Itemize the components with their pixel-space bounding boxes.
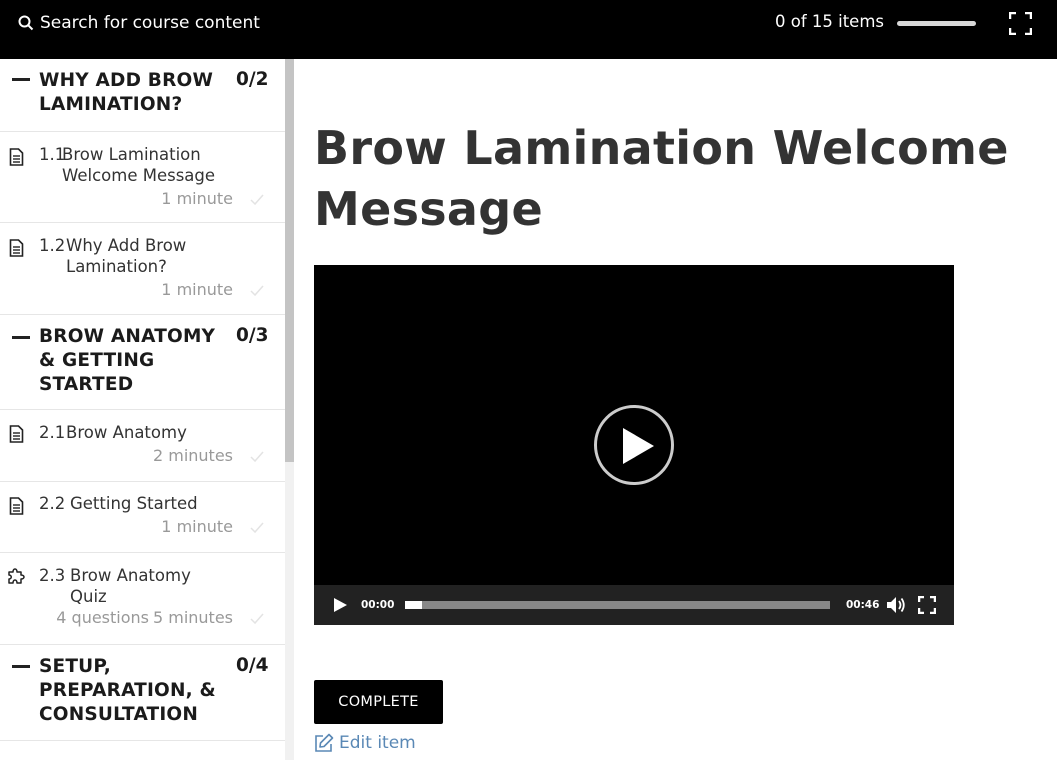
course-sidebar: WHY ADD BROW LAMINATION? 0/2 1.1 Brow La… (0, 59, 285, 760)
top-bar: Search for course content 0 of 15 items (0, 0, 1057, 59)
section-title: SETUP, PREPARATION, & CONSULTATION (39, 656, 216, 725)
section-header[interactable]: SETUP, PREPARATION, & CONSULTATION 0/4 (0, 645, 285, 741)
progress-bar (897, 21, 976, 26)
document-icon (9, 497, 24, 515)
lesson-item[interactable]: 2.2 Getting Started 1 minute (0, 482, 285, 553)
search-icon (18, 15, 34, 31)
video-player[interactable]: 00:00 00:46 (314, 265, 954, 625)
lesson-number: 2.1 (39, 423, 66, 442)
lesson-item[interactable]: 2.1 Brow Anatomy 2 minutes (0, 410, 285, 482)
check-icon (250, 451, 264, 463)
lesson-title: Brow Anatomy Quiz (70, 566, 191, 606)
current-time: 00:00 (361, 599, 395, 611)
complete-button[interactable]: COMPLETE (314, 680, 443, 724)
lesson-number: 2.2 (39, 494, 66, 513)
progress-text: 0 of 15 items (775, 12, 885, 31)
lesson-duration: 1 minute (161, 280, 233, 299)
collapse-icon (12, 336, 30, 339)
document-icon (9, 425, 24, 443)
lesson-duration: 1 minute (161, 517, 233, 536)
puzzle-icon (8, 568, 25, 584)
quiz-item[interactable]: 2.3 Brow Anatomy Quiz 4 questions 5 minu… (0, 553, 285, 645)
play-icon[interactable] (333, 597, 348, 613)
section-count: 0/4 (236, 655, 269, 676)
lesson-number: 2.3 (39, 566, 66, 585)
section-count: 0/2 (236, 69, 269, 90)
expand-icon[interactable] (1009, 12, 1032, 35)
play-icon (623, 428, 654, 464)
page-title: Brow Lamination Welcome Message (314, 121, 1009, 236)
collapse-icon (12, 665, 30, 668)
big-play-button[interactable] (594, 405, 674, 485)
section-header[interactable]: WHY ADD BROW LAMINATION? 0/2 (0, 59, 285, 132)
lesson-title: Why Add Brow Lamination? (66, 236, 187, 276)
seek-bar[interactable] (405, 601, 830, 609)
lesson-duration: 1 minute (161, 189, 233, 208)
section-title: BROW ANATOMY & GETTING STARTED (39, 326, 216, 395)
section-header[interactable]: BROW ANATOMY & GETTING STARTED 0/3 (0, 315, 285, 410)
edit-icon (315, 733, 334, 752)
document-icon (9, 239, 24, 257)
lesson-number: 1.2 (39, 236, 66, 255)
lesson-duration: 2 minutes (152, 446, 233, 465)
sidebar-scroll-thumb[interactable] (285, 59, 294, 462)
check-icon (250, 522, 264, 534)
quiz-question-count: 4 questions (56, 608, 149, 627)
edit-item-link[interactable]: Edit item (314, 733, 416, 753)
edit-item-label: Edit item (339, 733, 416, 753)
volume-icon[interactable] (886, 596, 906, 614)
lesson-title: Getting Started (70, 494, 198, 513)
video-controls: 00:00 00:46 (314, 585, 954, 625)
lesson-item[interactable]: 1.1 Brow Lamination Welcome Message 1 mi… (0, 132, 285, 223)
fullscreen-icon[interactable] (918, 596, 936, 614)
document-icon (9, 148, 24, 166)
section-count: 0/3 (236, 325, 269, 346)
search-label: Search for course content (40, 13, 260, 33)
search-course-button[interactable]: Search for course content (18, 11, 260, 35)
check-icon (250, 285, 264, 297)
check-icon (250, 194, 264, 206)
lesson-title: Brow Lamination Welcome Message (62, 145, 216, 185)
check-icon (250, 613, 264, 625)
collapse-icon (12, 78, 30, 81)
section-title: WHY ADD BROW LAMINATION? (39, 70, 214, 115)
lesson-item[interactable]: 1.2 Why Add Brow Lamination? 1 minute (0, 223, 285, 315)
lesson-title: Brow Anatomy (66, 423, 187, 442)
seek-played (405, 601, 422, 609)
lesson-duration: 5 minutes (152, 608, 233, 627)
duration: 00:46 (846, 599, 880, 611)
